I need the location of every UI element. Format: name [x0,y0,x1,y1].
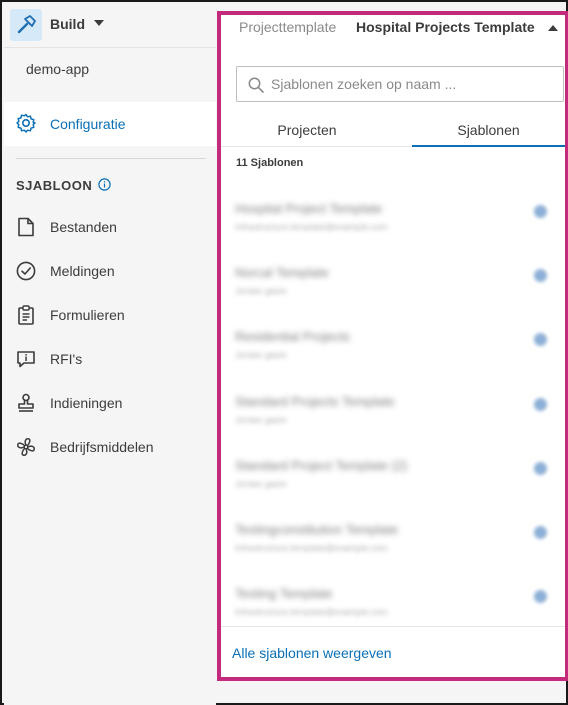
list-item[interactable]: Residential Projects Jordan gaoin [221,329,565,393]
template-owner: Infrastructure.template@example.com [235,543,388,553]
list-item[interactable]: Standard Projects Template Jordan gaoin [221,394,565,458]
template-name: Standard Projects Template [235,394,395,409]
sidebar-item-label: RFI's [50,351,83,367]
tab-sjablonen[interactable]: Sjablonen [412,116,565,148]
stamp-icon [18,393,34,412]
template-owner: Jordan gaoin [235,286,288,296]
gear-icon [16,113,36,133]
template-owner: Infrastructure.template@example.com [235,607,388,617]
divider [16,158,206,159]
speech-bubble-info-icon [17,351,35,368]
divider [4,47,216,48]
status-dot-icon [534,526,547,539]
template-name: Residential Projects [235,329,350,344]
result-count: 11 Sjablonen [236,157,304,169]
sidebar-item-formulieren[interactable]: Formulieren [4,293,216,337]
sidebar-item-label: Bedrijfsmiddelen [50,439,154,455]
file-icon [18,217,34,237]
app-frame: Build demo-app Configuratie SJABLOON Bes… [0,0,568,705]
sidebar-item-label: Formulieren [50,307,125,323]
sidebar-item-label: Indieningen [50,395,123,411]
sidebar-item-label: Bestanden [50,219,117,235]
status-dot-icon [534,333,547,346]
search-icon [248,77,264,93]
hammer-icon [10,9,42,41]
status-dot-icon [534,398,547,411]
search-box[interactable] [236,66,564,102]
section-title: SJABLOON [16,178,93,193]
list-item[interactable]: Standard Project Template (2) Jordan gao… [221,458,565,522]
template-name: Hospital Project Template [235,201,383,216]
check-circle-icon [16,261,36,281]
template-picker-panel: Projecttemplate Hospital Projects Templa… [217,11,568,681]
sidebar-item-configuratie[interactable]: Configuratie [4,102,216,146]
sidebar-item-meldingen[interactable]: Meldingen [4,249,216,293]
project-name[interactable]: demo-app [26,61,89,77]
list-item[interactable]: Norcal Template Jordan gaoin [221,265,565,329]
sidebar-item-label: Configuratie [50,116,126,132]
info-icon[interactable] [98,178,111,191]
divider [221,626,565,627]
template-name: Norcal Template [235,265,329,280]
sidebar-item-label: Meldingen [50,263,115,279]
breadcrumb[interactable]: Projecttemplate [239,19,336,35]
sidebar-item-indieningen[interactable]: Indieningen [4,381,216,425]
tab-projecten[interactable]: Projecten [221,116,393,148]
template-owner: Jordan gaoin [235,479,288,489]
template-owner: Infrastructure.template@example.com [235,222,388,232]
template-name: Testing Template [235,586,333,601]
status-dot-icon [534,205,547,218]
sidebar: Build demo-app Configuratie SJABLOON Bes… [4,4,216,705]
fan-icon [17,438,35,456]
template-owner: Jordan gaoin [235,350,288,360]
search-input[interactable] [271,73,556,95]
tab-label: Projecten [277,122,337,138]
app-switcher[interactable]: Build [4,4,216,46]
view-all-templates-link[interactable]: Alle sjablonen weergeven [232,645,392,661]
app-name: Build [50,16,85,32]
chevron-down-icon [94,20,104,26]
sidebar-item-bedrijfsmiddelen[interactable]: Bedrijfsmiddelen [4,425,216,469]
template-owner: Jordan gaoin [235,415,288,425]
clipboard-icon [18,305,34,325]
list-item[interactable]: Hospital Project Template Infrastructure… [221,201,565,265]
sidebar-item-bestanden[interactable]: Bestanden [4,205,216,249]
tab-bar: Projecten Sjablonen [221,116,565,148]
tab-label: Sjablonen [457,122,520,138]
sidebar-item-rfis[interactable]: RFI's [4,337,216,381]
status-dot-icon [534,590,547,603]
panel-header[interactable]: Projecttemplate Hospital Projects Templa… [221,15,565,49]
current-template-title[interactable]: Hospital Projects Template [356,19,535,35]
status-dot-icon [534,269,547,282]
list-item[interactable]: Testing Template Infrastructure.template… [221,586,565,650]
chevron-up-icon[interactable] [548,25,558,31]
active-tab-indicator [412,145,565,147]
template-name: Testingconstitution Template [235,522,399,537]
template-name: Standard Project Template (2) [235,458,408,473]
list-item[interactable]: Testingconstitution Template Infrastruct… [221,522,565,586]
status-dot-icon [534,462,547,475]
